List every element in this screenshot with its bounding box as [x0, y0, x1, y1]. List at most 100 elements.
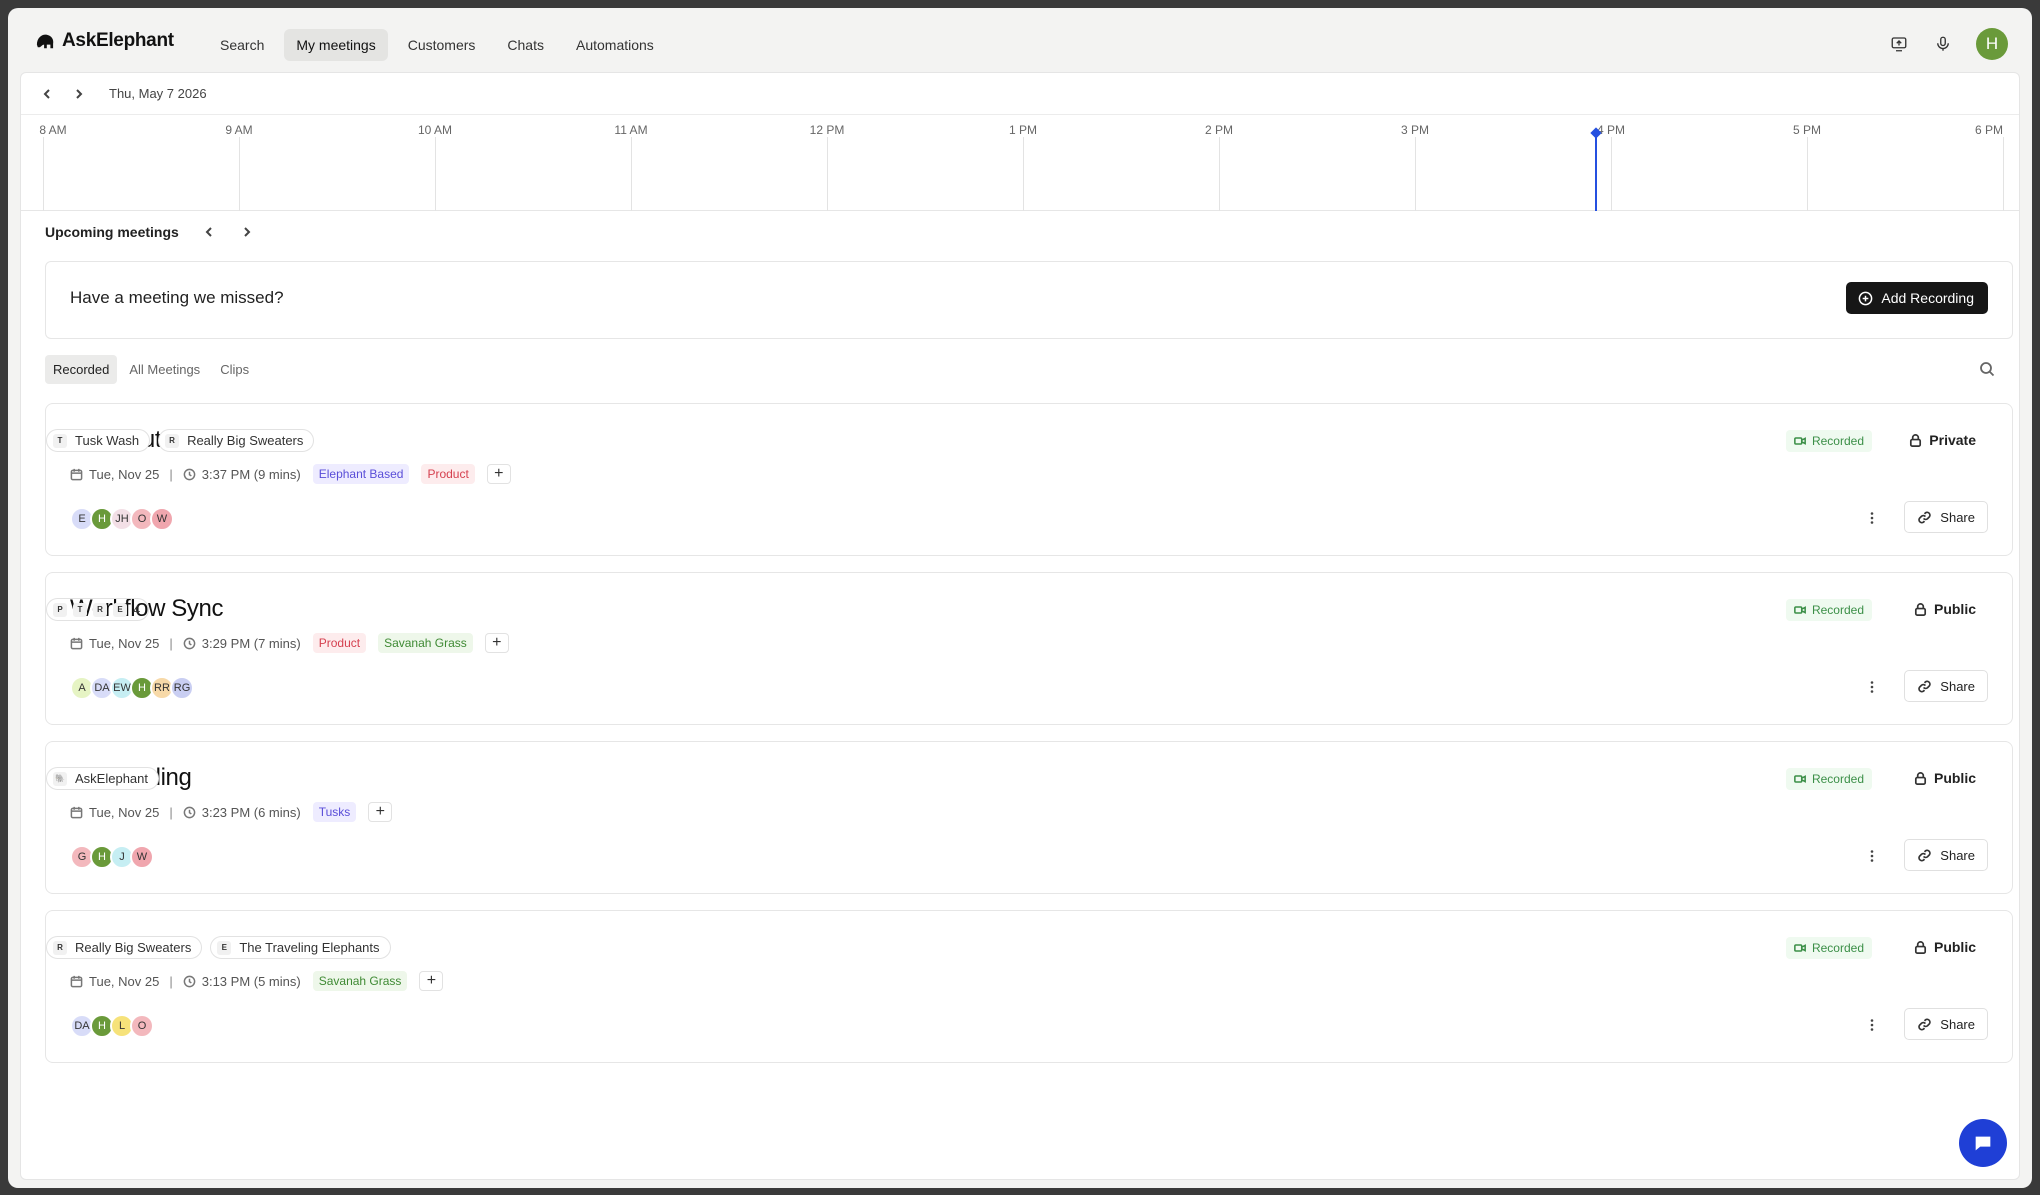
current-date: Thu, May 7 2026 — [109, 86, 207, 101]
nav-item-search[interactable]: Search — [208, 29, 276, 61]
meta-separator: | — [169, 973, 173, 989]
main-panel: Thu, May 7 2026 8 AM 9 AM 10 AM 11 AM 12 PM 1… — [20, 72, 2020, 1180]
company-name: The Traveling Elephants — [239, 940, 380, 955]
plus-circle-icon — [1859, 291, 1873, 305]
day-timeline[interactable]: 8 AM 9 AM 10 AM 11 AM 12 PM 1 PM 2 PM 3 PM 4 PM 5… — [21, 115, 2019, 211]
share-button[interactable]: Share — [1904, 839, 1988, 871]
meeting-card[interactable]: Workflow Sync P T R E 4 Tue, Nov 25 | 3:29 PM (7… — [45, 572, 2013, 725]
search-meetings-button[interactable] — [1979, 361, 1995, 382]
meeting-meta: Tue, Nov 25 | 3:13 PM (5 mins) Savanah Gras… — [70, 971, 444, 991]
company-chip[interactable]: R Really Big Sweaters — [158, 429, 315, 452]
nav-item-chats[interactable]: Chats — [495, 29, 556, 61]
add-tag-button[interactable]: + — [484, 633, 509, 653]
lock-icon — [1914, 771, 1927, 785]
company-count: 4 — [133, 602, 141, 617]
more-options-button[interactable] — [1862, 677, 1882, 697]
screen-share-button[interactable] — [1888, 33, 1910, 55]
main-nav: Search My meetings Customers Chats Automatio… — [208, 29, 666, 61]
search-icon — [1980, 362, 1995, 377]
meeting-tag[interactable]: Elephant Based — [312, 464, 410, 484]
missed-meeting-text: Have a meeting we missed? — [70, 288, 284, 307]
top-navigation: AskElephant Search My meetings Customers Ch… — [8, 8, 2032, 72]
company-logo: E — [217, 940, 232, 955]
more-options-button[interactable] — [1862, 846, 1882, 866]
meeting-date: Tue, Nov 25 — [89, 973, 160, 989]
link-icon — [1918, 1018, 1932, 1030]
chevron-right-icon — [244, 227, 251, 237]
meeting-tag[interactable]: Tusks — [312, 802, 357, 822]
more-options-button[interactable] — [1862, 1015, 1882, 1035]
status-label: Recorded — [1811, 772, 1864, 786]
timeline-hour-line — [1611, 137, 1612, 211]
calendar-icon — [70, 637, 83, 649]
status-label: Recorded — [1811, 941, 1864, 955]
meeting-card[interactable]: Sales CallRReally Big SweatersEThe Trave… — [45, 910, 2013, 1063]
participant-avatar[interactable]: W — [130, 845, 154, 869]
link-icon — [1918, 511, 1932, 523]
clock-icon — [183, 637, 196, 649]
timeline-hour-line — [1219, 137, 1220, 211]
participant-avatars: DA H L O — [70, 1014, 154, 1038]
participant-avatars: A DA EW H RR RG — [70, 676, 194, 700]
company-chip[interactable]: R Really Big Sweaters — [46, 936, 203, 959]
tab-all-meetings[interactable]: All Meetings — [121, 355, 208, 384]
timeline-hour-label: 2 PM — [1204, 123, 1234, 137]
meeting-card[interactable]: All About ElephantsTTusk WashRReally Big… — [45, 403, 2013, 556]
timeline-hour-line — [1023, 137, 1024, 211]
privacy-toggle[interactable]: Public — [1913, 601, 1976, 617]
company-name: Really Big Sweaters — [187, 433, 304, 448]
meta-separator: | — [169, 635, 173, 651]
meeting-tag[interactable]: Product — [312, 633, 367, 653]
company-chips: PTRE4 — [46, 598, 150, 621]
participant-avatar[interactable]: RG — [170, 676, 194, 700]
calendar-icon — [70, 806, 83, 818]
meeting-tabs: Recorded All Meetings Clips — [45, 355, 257, 384]
calendar-icon — [70, 468, 83, 480]
nav-item-my-meetings[interactable]: My meetings — [284, 29, 388, 61]
meeting-date: Tue, Nov 25 — [89, 804, 160, 820]
nav-item-automations[interactable]: Automations — [564, 29, 666, 61]
privacy-toggle[interactable]: Public — [1913, 770, 1976, 786]
meeting-tag[interactable]: Product — [421, 464, 475, 484]
company-chip[interactable]: E The Traveling Elephants — [210, 936, 391, 959]
upcoming-next-button[interactable] — [239, 224, 255, 240]
upcoming-meetings-title: Upcoming meetings — [45, 224, 179, 240]
tab-clips[interactable]: Clips — [212, 355, 257, 384]
add-tag-button[interactable]: + — [368, 802, 393, 822]
timeline-hour-label: 1 PM — [1008, 123, 1038, 137]
share-button[interactable]: Share — [1904, 670, 1988, 702]
share-button[interactable]: Share — [1904, 501, 1988, 533]
timeline-hour-label: 10 AM — [417, 123, 453, 137]
microphone-button[interactable] — [1932, 33, 1954, 55]
tab-recorded[interactable]: Recorded — [45, 355, 118, 384]
meeting-tag[interactable]: Savanah Grass — [312, 971, 408, 991]
add-tag-button[interactable]: + — [419, 971, 444, 991]
privacy-toggle[interactable]: Private — [1908, 432, 1976, 448]
share-label: Share — [1940, 509, 1975, 525]
share-button[interactable]: Share — [1904, 1008, 1988, 1040]
add-recording-button[interactable]: Add Recording — [1846, 282, 1988, 314]
company-logo: R — [53, 940, 67, 955]
meeting-tag[interactable]: Savanah Grass — [378, 633, 473, 653]
privacy-label: Public — [1933, 939, 1976, 955]
participant-avatar[interactable]: O — [130, 1014, 154, 1038]
more-vertical-icon — [1870, 512, 1874, 524]
user-avatar[interactable]: H — [1976, 28, 2008, 60]
previous-day-button[interactable] — [39, 86, 55, 102]
participant-avatar[interactable]: W — [150, 507, 174, 531]
app-logo[interactable]: AskElephant — [34, 30, 174, 52]
add-tag-button[interactable]: + — [486, 464, 511, 484]
company-chip[interactable]: 🐘 AskElephant — [46, 767, 159, 790]
chat-support-button[interactable] — [1959, 1119, 2007, 1167]
next-day-button[interactable] — [71, 86, 87, 102]
company-group-chip[interactable]: PTRE4 — [46, 598, 150, 621]
meta-separator: | — [169, 466, 173, 482]
meeting-card[interactable]: Onboarding🐘AskElephantTue, Nov 25|3:23 P… — [45, 741, 2013, 894]
privacy-toggle[interactable]: Public — [1913, 939, 1976, 955]
upcoming-prev-button[interactable] — [201, 224, 217, 240]
clock-icon — [183, 975, 196, 987]
nav-item-customers[interactable]: Customers — [396, 29, 488, 61]
company-chip[interactable]: T Tusk Wash — [46, 429, 151, 452]
more-options-button[interactable] — [1862, 508, 1882, 528]
company-name: AskElephant — [75, 771, 148, 786]
